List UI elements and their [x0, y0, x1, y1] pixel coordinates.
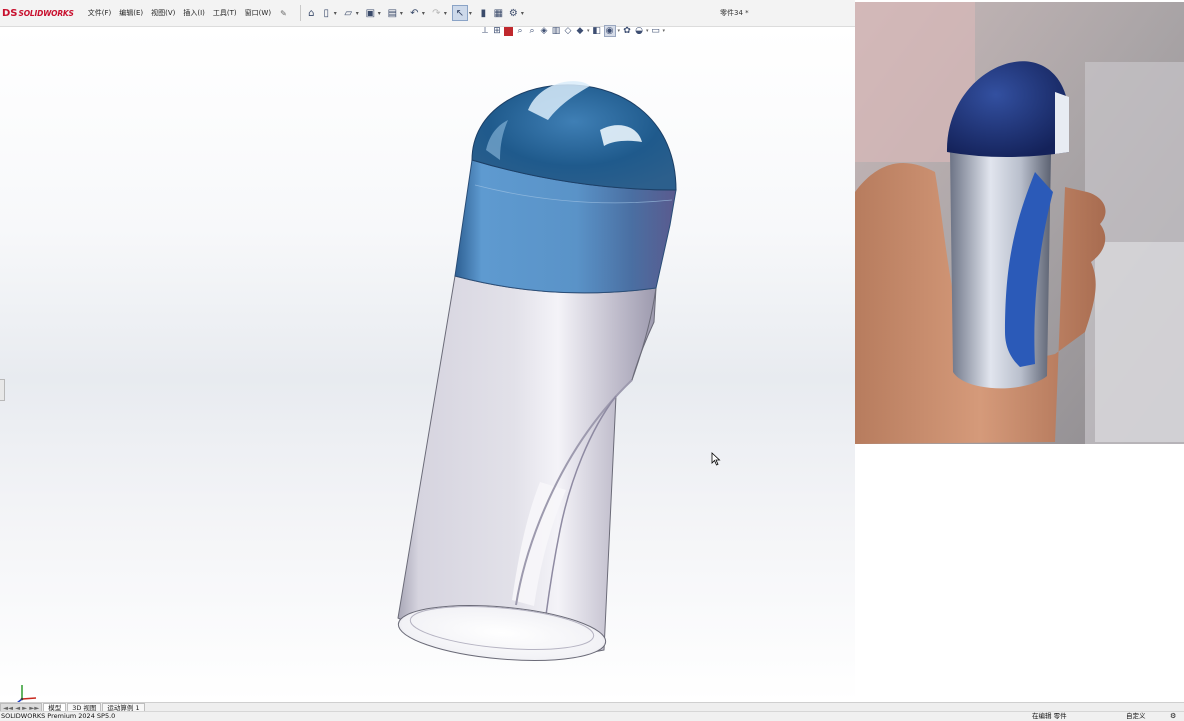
menu-edit[interactable]: 编辑(E) — [119, 8, 143, 18]
previous-view-icon[interactable] — [504, 26, 513, 36]
display-monitor-icon[interactable]: ▭ — [651, 26, 661, 36]
hide-show-items-icon[interactable]: ◇ — [563, 26, 573, 36]
zoom-area-icon[interactable]: ⊞ — [492, 26, 502, 36]
view-orientation-caret[interactable]: ▾ — [587, 28, 590, 34]
scene-caret[interactable]: ▾ — [646, 28, 649, 34]
ds-logo-mark: DS — [2, 7, 18, 19]
save-icon[interactable]: ▣ — [364, 7, 377, 20]
print-dropdown-caret[interactable]: ▾ — [400, 10, 403, 17]
photo-cap-label — [1055, 92, 1069, 154]
display-style-icon[interactable]: ▥ — [551, 26, 561, 36]
cube-icon[interactable]: ◆ — [575, 26, 585, 36]
select-dropdown-caret[interactable]: ▾ — [469, 10, 472, 17]
menu-view[interactable]: 视图(V) — [151, 8, 175, 18]
open-folder-icon[interactable]: ▱ — [342, 7, 355, 20]
view-settings-icon[interactable]: ◒ — [634, 26, 644, 36]
redo-dropdown-caret[interactable]: ▾ — [444, 10, 447, 17]
menu-tools[interactable]: 工具(T) — [213, 8, 237, 18]
print-icon[interactable]: ▤ — [386, 7, 399, 20]
toolbar-separator — [299, 5, 301, 21]
solidworks-logo[interactable]: DS SOLIDWORKS — [2, 8, 74, 19]
open-dropdown-caret[interactable]: ▾ — [356, 10, 359, 17]
photo-foil — [1095, 242, 1184, 442]
apply-scene-icon[interactable]: ✿ — [622, 26, 632, 36]
feature-manager-collapse-handle[interactable] — [0, 379, 5, 401]
solidworks-wordmark: SOLIDWORKS — [18, 8, 74, 18]
undo-icon[interactable]: ↶ — [408, 7, 421, 20]
reference-photo — [855, 2, 1184, 444]
home-icon[interactable]: ⌂ — [305, 7, 318, 20]
dynamic-annotation-icon[interactable]: ⌕ — [527, 26, 537, 36]
options-gear-icon[interactable]: ⚙ — [507, 7, 520, 20]
bottle-body[interactable] — [396, 275, 657, 668]
redo-icon[interactable]: ↷ — [430, 7, 443, 20]
coordinate-triad-icon — [17, 685, 37, 702]
new-dropdown-caret[interactable]: ▾ — [334, 10, 337, 17]
rebuild-traffic-light-icon[interactable]: ▮ — [477, 7, 490, 20]
menu-file[interactable]: 文件(F) — [88, 8, 112, 18]
file-properties-icon[interactable]: ▦ — [492, 7, 505, 20]
monitor-caret[interactable]: ▾ — [663, 28, 666, 34]
menu-window[interactable]: 窗口(W) — [245, 8, 271, 18]
menu-insert[interactable]: 插入(I) — [183, 8, 205, 18]
document-title: 零件34 * — [720, 9, 749, 17]
zoom-to-fit-icon[interactable]: ⟂ — [480, 26, 490, 36]
view-orientation-icon[interactable]: ◈ — [539, 26, 549, 36]
pin-menu-icon[interactable]: ✎ — [280, 9, 287, 18]
bottle-3d-model[interactable] — [0, 27, 855, 702]
appearance-caret[interactable]: ▾ — [618, 28, 621, 34]
section-view-icon[interactable]: ⌕ — [515, 26, 525, 36]
new-document-icon[interactable]: ▯ — [320, 7, 333, 20]
options-dropdown-caret[interactable]: ▾ — [521, 10, 524, 17]
graphics-area[interactable] — [0, 27, 855, 702]
select-cursor-icon[interactable]: ↖ — [451, 5, 468, 21]
save-dropdown-caret[interactable]: ▾ — [378, 10, 381, 17]
display-mode-icon[interactable]: ◧ — [592, 26, 602, 36]
mouse-cursor-icon — [711, 452, 721, 466]
heads-up-view-toolbar: ⟂ ⊞ ⌕ ⌕ ◈ ▥ ◇ ◆ ▾ ◧ ◉ ▾ ✿ ◒ ▾ ▭ ▾ — [480, 24, 665, 38]
undo-dropdown-caret[interactable]: ▾ — [422, 10, 425, 17]
edit-appearance-icon[interactable]: ◉ — [603, 25, 616, 37]
